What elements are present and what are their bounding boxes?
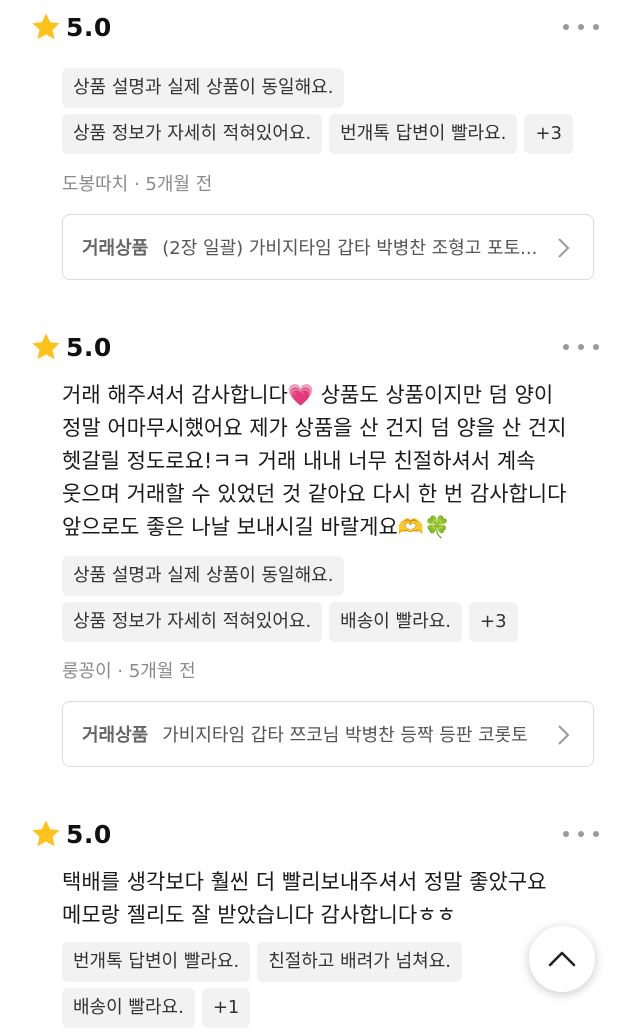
more-dots-icon[interactable] [563, 17, 599, 37]
rating: 5.0 [30, 816, 112, 852]
trade-label: 거래상품 [82, 725, 149, 746]
review-tags: 상품 설명과 실제 상품이 동일해요. 상품 정보가 자세히 적혀있어요. 번개… [62, 68, 602, 160]
trade-title: (2장 일괄) 가비지타임 갑타 박병찬 조형고 포토... [162, 238, 538, 259]
chevron-right-icon [558, 725, 570, 745]
rating-score: 5.0 [66, 819, 112, 849]
review-tag: 상품 정보가 자세히 적혀있어요. [62, 602, 323, 642]
review-tag: 배송이 빨라요. [62, 988, 195, 1028]
scroll-top-button[interactable] [529, 926, 595, 992]
rating: 5.0 [30, 9, 112, 45]
trade-title: 가비지타임 갑타 쯔코님 박병찬 등짝 등판 코롯토 [162, 725, 528, 746]
trade-label: 거래상품 [82, 238, 149, 259]
trade-item-link[interactable]: 거래상품 가비지타임 갑타 쯔코님 박병찬 등짝 등판 코롯토 [62, 701, 594, 767]
trade-item-link[interactable]: 거래상품 (2장 일괄) 가비지타임 갑타 박병찬 조형고 포토... [62, 214, 594, 280]
more-tags-button[interactable]: +3 [468, 602, 518, 642]
review-author: 룽꽁이 [62, 661, 112, 682]
more-tags-button[interactable]: +1 [201, 988, 251, 1028]
review-text: 택배를 생각보다 훨씬 더 빨리보내주셔서 정말 좋았구요 메모랑 젤리도 잘 … [62, 870, 547, 927]
review-text: 거래 해주셔서 감사합니다💗 상품도 상품이지만 덤 양이 정말 어마무시했어요… [62, 383, 567, 539]
review-author: 도봉따치 [62, 174, 129, 195]
rating-score: 5.0 [66, 12, 112, 42]
review-tags: 상품 설명과 실제 상품이 동일해요. 상품 정보가 자세히 적혀있어요. 배송… [62, 556, 602, 648]
review-tag: 상품 설명과 실제 상품이 동일해요. [62, 68, 345, 108]
more-dots-icon[interactable] [563, 337, 599, 357]
rating-score: 5.0 [66, 332, 112, 362]
more-tags-button[interactable]: +3 [524, 114, 573, 154]
review-tag: 상품 정보가 자세히 적혀있어요. [62, 114, 323, 154]
more-dots-icon[interactable] [563, 824, 599, 844]
review-time: 5개월 전 [145, 174, 213, 195]
rating: 5.0 [30, 329, 112, 365]
review-tag: 번개톡 답변이 빨라요. [329, 114, 518, 154]
review-meta: 도봉따치 · 5개월 전 [62, 174, 213, 195]
chevron-up-icon [548, 951, 576, 967]
review-tag: 상품 설명과 실제 상품이 동일해요. [62, 556, 345, 596]
review-tags: 번개톡 답변이 빨라요. 친절하고 배려가 넘쳐요. 배송이 빨라요. +1 [62, 942, 602, 1034]
review-tag: 배송이 빨라요. [329, 602, 462, 642]
star-icon [32, 820, 60, 847]
review-meta: 룽꽁이 · 5개월 전 [62, 661, 196, 682]
review-tag: 번개톡 답변이 빨라요. [62, 942, 251, 982]
review-tag: 친절하고 배려가 넘쳐요. [257, 942, 462, 982]
chevron-right-icon [558, 238, 570, 258]
star-icon [32, 13, 60, 40]
star-icon [32, 333, 60, 360]
review-time: 5개월 전 [128, 661, 196, 682]
